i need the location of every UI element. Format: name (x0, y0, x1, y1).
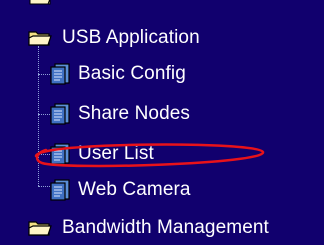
document-icon (50, 143, 70, 165)
tree-item-share-nodes[interactable]: Share Nodes (48, 97, 190, 131)
document-icon (50, 103, 70, 125)
tree-item-user-list[interactable]: User List (48, 137, 154, 171)
tree-item-label: Basic Config (78, 63, 186, 84)
tree-item-web-camera[interactable]: Web Camera (48, 173, 191, 207)
folder-icon (28, 221, 52, 236)
tree-item-label: Share Nodes (78, 103, 191, 124)
tree-item-bandwidth-management[interactable]: Bandwidth Management (28, 211, 269, 245)
document-icon (50, 179, 70, 201)
tree-item-label: Bandwidth Management (62, 217, 269, 238)
folder-icon (28, 31, 52, 46)
tree-item-label: Web Camera (78, 179, 191, 200)
tree-connector-line (38, 46, 39, 186)
tree-item-label: USB Application (62, 27, 200, 48)
document-icon (50, 63, 70, 85)
navigation-tree: USB Application Basic Config Share Nodes… (0, 0, 324, 244)
folder-icon (29, 0, 51, 5)
tree-item-basic-config[interactable]: Basic Config (48, 57, 186, 91)
tree-item-usb-application[interactable]: USB Application (28, 21, 200, 55)
tree-item-label: User List (78, 143, 154, 164)
